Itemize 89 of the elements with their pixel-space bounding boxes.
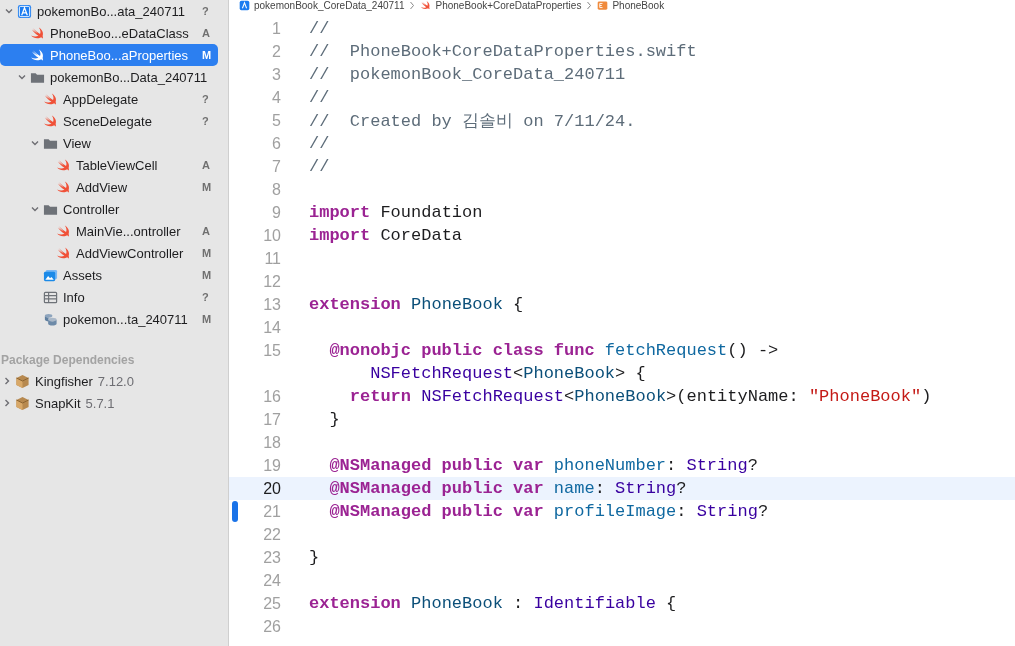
line-number: 6	[271, 134, 281, 153]
package-icon	[15, 395, 30, 411]
breadcrumb-item[interactable]: PhoneBook	[612, 0, 665, 11]
swift-icon	[56, 179, 71, 195]
swift-icon	[30, 25, 45, 41]
line-number: 14	[262, 318, 281, 337]
code-line: //	[309, 19, 330, 38]
chevron-icon	[408, 1, 417, 10]
line-number: 9	[271, 203, 281, 222]
line-number: 11	[263, 249, 281, 268]
code-line: //	[309, 88, 330, 107]
chevron-icon	[585, 1, 594, 10]
code-line: NSFetchRequest<PhoneBook> {	[369, 364, 646, 383]
line-number: 12	[262, 272, 281, 291]
line-number: 3	[271, 65, 281, 84]
code-line: //	[309, 134, 330, 153]
code-line: // PhoneBook+CoreDataProperties.swift	[309, 42, 697, 61]
line-number: 23	[262, 548, 281, 567]
swift-icon	[56, 245, 71, 261]
swift-icon	[30, 47, 45, 63]
file-item[interactable]: MainVie...ontroller A	[0, 220, 218, 242]
file-item[interactable]: View	[0, 132, 218, 154]
line-number: 20	[262, 479, 281, 498]
line-number: 19	[262, 456, 281, 475]
disclosure-icon[interactable]	[30, 204, 40, 214]
line-number: 22	[262, 525, 281, 544]
code-line: @NSManaged public var name: String?	[328, 479, 687, 498]
file-item[interactable]: AddView M	[0, 176, 218, 198]
code-line: import CoreData	[309, 226, 463, 245]
line-number: 26	[262, 617, 281, 636]
line-number: 15	[262, 341, 281, 360]
code-line: extension PhoneBook : Identifiable {	[309, 594, 677, 613]
app-icon	[17, 3, 32, 19]
code-line: // pokemonBook_CoreData_240711	[309, 65, 626, 84]
code-line: // Created by 김솔비 on 7/11/24.	[309, 111, 636, 132]
line-number: 8	[271, 180, 281, 199]
line-number: 7	[271, 157, 281, 176]
line-number: 24	[262, 571, 281, 590]
file-item[interactable]: Assets M	[0, 264, 218, 286]
file-item[interactable]: AddViewController M	[0, 242, 218, 264]
disclosure-icon[interactable]	[17, 72, 27, 82]
database-icon	[43, 311, 58, 327]
code-line: }	[328, 410, 340, 429]
package-icon	[15, 373, 30, 389]
code-line: //	[309, 157, 330, 176]
file-item[interactable]: AppDelegate ?	[0, 88, 218, 110]
disclosure-icon[interactable]	[2, 398, 12, 408]
code-line: import Foundation	[309, 203, 483, 222]
file-item[interactable]: TableViewCell A	[0, 154, 218, 176]
package-item[interactable]: SnapKit 5.7.1	[0, 392, 218, 414]
line-number: 13	[262, 295, 281, 314]
disclosure-icon[interactable]	[30, 138, 40, 148]
line-number: 17	[262, 410, 281, 429]
file-item[interactable]: SceneDelegate ?	[0, 110, 218, 132]
line-number: 2	[271, 42, 281, 61]
line-number: 1	[271, 19, 281, 38]
swift-icon	[420, 0, 432, 11]
swift-icon	[43, 91, 58, 107]
code-line: }	[309, 548, 320, 567]
line-number: 18	[262, 433, 281, 452]
file-item[interactable]: PhoneBoo...eDataClass A	[0, 22, 218, 44]
disclosure-icon[interactable]	[4, 6, 14, 16]
package-item[interactable]: Kingfisher 7.12.0	[0, 370, 218, 392]
swift-icon	[43, 113, 58, 129]
code-line: @nonobjc public class func fetchRequest() ->	[328, 341, 779, 360]
file-item[interactable]: pokemon...ta_240711 M	[0, 308, 218, 330]
code-line: @NSManaged public var profileImage: String?	[328, 502, 769, 521]
swift-icon	[56, 157, 71, 173]
line-number: 21	[262, 502, 281, 521]
line-number: 4	[271, 88, 281, 107]
table-icon	[43, 289, 58, 305]
breadcrumb-item[interactable]: PhoneBook+CoreDataProperties	[435, 0, 582, 11]
section-header: Package Dependencies	[0, 353, 136, 369]
line-number: 5	[271, 111, 281, 130]
file-item[interactable]: pokemonBo...Data_240711	[0, 66, 218, 88]
swift-icon	[56, 223, 71, 239]
line-number: 25	[262, 594, 281, 613]
disclosure-icon[interactable]	[2, 376, 12, 386]
code-line: @NSManaged public var phoneNumber: String?	[328, 456, 758, 475]
file-item[interactable]: pokemonBo...ata_240711 ?	[0, 0, 218, 22]
file-item[interactable]: Controller	[0, 198, 218, 220]
file-item[interactable]: PhoneBoo...aProperties M	[0, 44, 218, 66]
code-line: return NSFetchRequest<PhoneBook>(entityName: "PhoneBook")	[348, 387, 932, 406]
file-item[interactable]: Info ?	[0, 286, 218, 308]
code-line: extension PhoneBook {	[309, 295, 524, 314]
line-number: 10	[262, 226, 281, 245]
line-number: 16	[262, 387, 281, 406]
image-icon	[43, 267, 58, 283]
breadcrumb-item[interactable]: pokemonBook_CoreData_240711	[254, 0, 405, 11]
